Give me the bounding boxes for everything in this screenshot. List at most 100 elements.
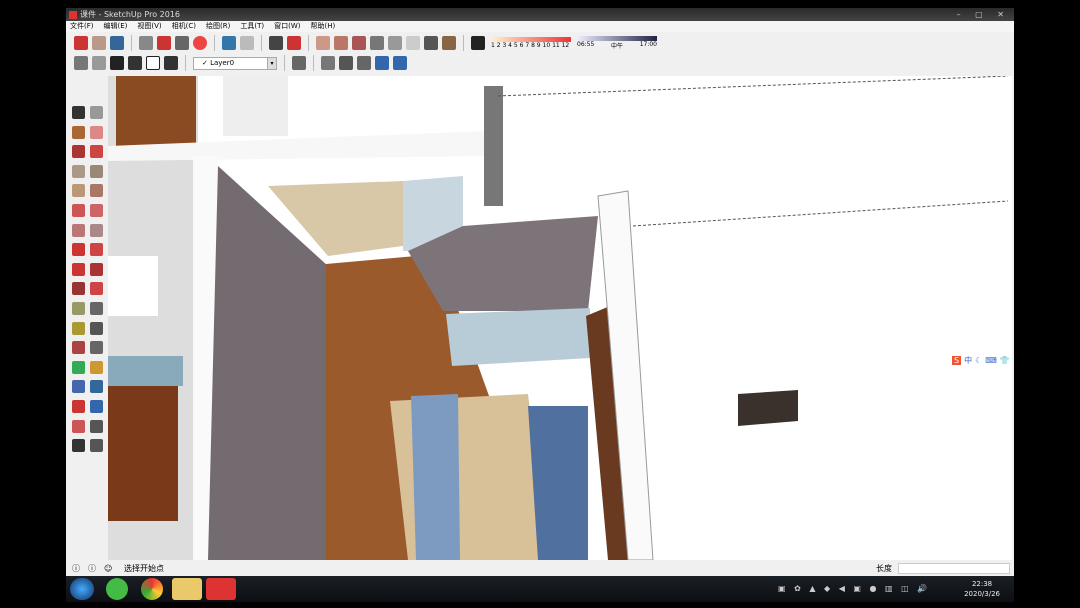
axes-tool-icon[interactable] [72, 341, 85, 355]
rectangle-tool-icon[interactable] [72, 164, 85, 178]
zoom-window-tool-icon[interactable] [90, 380, 103, 394]
previous-view-tool-icon[interactable] [90, 400, 103, 413]
moon-icon[interactable]: ☾ [975, 356, 982, 365]
layer-manager-icon[interactable] [292, 56, 306, 70]
clock[interactable]: 22:38 2020/3/26 [964, 579, 1000, 599]
rotated-rectangle-tool-icon[interactable] [90, 164, 103, 178]
shadow-toggle-icon[interactable] [471, 35, 485, 50]
top-view-icon[interactable] [92, 56, 106, 70]
layer-dropdown[interactable]: ✓ Layer0 ▾ [193, 56, 277, 70]
intersect-icon[interactable] [375, 56, 389, 70]
look-around-tool-icon[interactable] [90, 419, 103, 433]
subtract-icon[interactable] [357, 56, 371, 70]
open-icon[interactable] [92, 35, 106, 50]
xray-icon[interactable] [442, 35, 456, 50]
new-icon[interactable] [74, 35, 88, 50]
arc-tool-icon[interactable] [72, 204, 85, 217]
divider [313, 55, 314, 71]
follow-me-tool-icon[interactable] [90, 262, 103, 276]
text-tool-icon[interactable] [90, 321, 103, 335]
sketchup-taskbar-icon[interactable] [206, 578, 236, 600]
left-view-icon[interactable] [164, 56, 178, 70]
menu-draw[interactable]: 绘图(R) [206, 21, 230, 32]
outer-shell-icon[interactable] [321, 56, 335, 70]
position-camera-tool-icon[interactable] [72, 419, 85, 433]
shirt-icon[interactable]: 👕 [1000, 356, 1010, 365]
walk-tool-icon[interactable] [72, 439, 85, 453]
section-plane-tool-icon[interactable] [90, 439, 103, 453]
copy-icon[interactable] [157, 35, 171, 50]
front-view-icon[interactable] [110, 56, 124, 70]
chevron-down-icon[interactable]: ▾ [267, 57, 276, 69]
protractor-tool-icon[interactable] [72, 321, 85, 335]
erase-icon[interactable] [193, 35, 207, 50]
wireframe-icon[interactable] [334, 35, 348, 50]
keyboard-icon[interactable]: ⌨ [985, 356, 997, 365]
info-icon[interactable]: ⓘ [88, 561, 96, 576]
zoom-tool-icon[interactable] [72, 380, 85, 394]
iso-view-icon[interactable] [74, 56, 88, 70]
model-info-icon[interactable] [287, 35, 301, 50]
start-button[interactable] [70, 578, 94, 600]
pan-tool-icon[interactable] [90, 360, 103, 374]
ime-mode[interactable]: 中 [964, 355, 972, 366]
right-view-icon[interactable] [128, 56, 142, 70]
offset-tool-icon[interactable] [90, 282, 103, 296]
user-icon[interactable]: ☺ [104, 561, 112, 576]
zoom-extents-tool-icon[interactable] [72, 400, 85, 413]
make-component-tool-icon[interactable] [90, 106, 103, 119]
menu-help[interactable]: 帮助(H) [310, 21, 335, 32]
union-icon[interactable] [339, 56, 353, 70]
app-360-icon[interactable] [106, 578, 128, 600]
save-icon[interactable] [110, 35, 124, 50]
eraser-tool-icon[interactable] [90, 125, 103, 139]
scale-tool-icon[interactable] [72, 282, 85, 296]
orbit-tool-icon[interactable] [72, 360, 85, 374]
undo-icon[interactable] [222, 35, 236, 50]
ime-toolbar[interactable]: S 中 ☾ ⌨ 👕 🔧 [952, 355, 1012, 366]
face-style-xray-icon[interactable] [316, 35, 330, 50]
window-controls[interactable]: – ▢ ✕ [957, 8, 1010, 21]
menu-edit[interactable]: 编辑(E) [104, 21, 128, 32]
pillows [528, 406, 588, 560]
dimension-tool-icon[interactable] [90, 302, 103, 315]
shaded-icon[interactable] [370, 35, 384, 50]
cut-icon[interactable] [139, 35, 153, 50]
redo-icon[interactable] [240, 35, 254, 50]
print-icon[interactable] [269, 35, 283, 50]
paint-bucket-tool-icon[interactable] [72, 125, 85, 139]
system-tray-icons[interactable]: ▣ ✿ ▲ ◆ ◀ ▣ ● ▥ ◫ 🔊 [778, 584, 930, 593]
pie-tool-icon[interactable] [90, 223, 103, 237]
two-point-arc-tool-icon[interactable] [90, 204, 103, 217]
circle-tool-icon[interactable] [72, 184, 85, 198]
tape-measure-tool-icon[interactable] [72, 302, 85, 315]
time-start: 06:55 [577, 40, 595, 48]
file-explorer-icon[interactable] [172, 578, 202, 600]
menu-view[interactable]: 视图(V) [137, 21, 161, 32]
menu-camera[interactable]: 相机(C) [172, 21, 196, 32]
menu-window[interactable]: 窗口(W) [274, 21, 300, 32]
geo-icon[interactable]: ⓘ [72, 561, 80, 576]
measurements-input[interactable] [898, 563, 1010, 574]
shaded-texture-icon[interactable] [388, 35, 402, 50]
monochrome-icon[interactable] [406, 35, 420, 50]
line-tool-icon[interactable] [72, 145, 85, 159]
back-view-icon[interactable] [146, 56, 160, 70]
back-edges-icon[interactable] [424, 35, 438, 50]
rotate-tool-icon[interactable] [72, 262, 85, 276]
status-bar: ⓘ ⓘ ☺ 选择开始点 长度 [66, 561, 1014, 576]
menu-file[interactable]: 文件(F) [70, 21, 94, 32]
select-tool-icon[interactable] [72, 106, 85, 119]
hidden-line-icon[interactable] [352, 35, 366, 50]
menu-tools[interactable]: 工具(T) [240, 21, 264, 32]
push-pull-tool-icon[interactable] [90, 243, 103, 257]
polygon-tool-icon[interactable] [90, 184, 103, 198]
3d-text-tool-icon[interactable] [90, 341, 103, 355]
chrome-icon[interactable] [141, 578, 163, 600]
three-point-arc-tool-icon[interactable] [72, 223, 85, 237]
3d-viewport[interactable]: S 中 ☾ ⌨ 👕 🔧 [108, 76, 1012, 560]
trim-icon[interactable] [393, 56, 407, 70]
move-tool-icon[interactable] [72, 243, 85, 257]
freehand-tool-icon[interactable] [90, 145, 103, 159]
paste-icon[interactable] [175, 35, 189, 50]
